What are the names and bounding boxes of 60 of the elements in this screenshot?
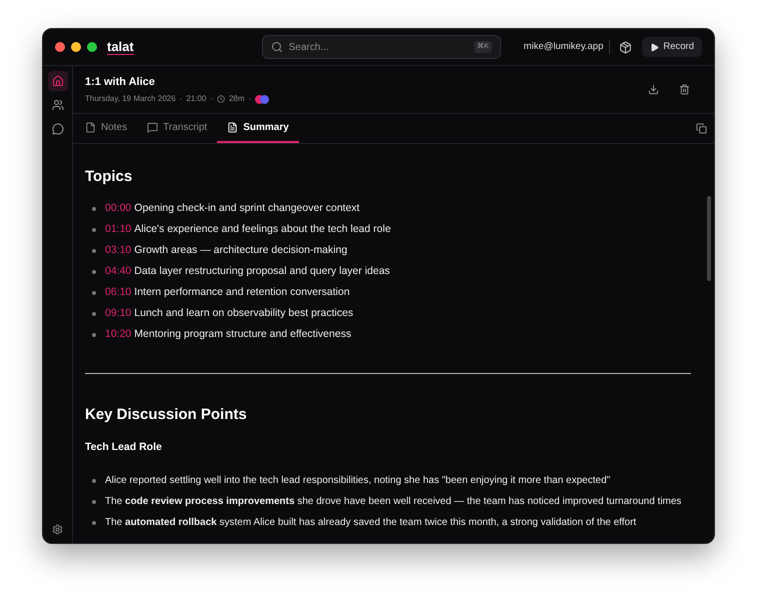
timestamp-link[interactable]: 10:20 [105, 326, 132, 342]
scrollbar-thumb[interactable] [707, 196, 711, 281]
subsection-heading: Tech Lead Role [85, 440, 163, 455]
chat-bubble-icon [52, 123, 64, 135]
meeting-duration: 28m [228, 93, 245, 106]
speech-bubble-icon [147, 122, 158, 133]
tab[interactable]: Notes [75, 114, 138, 143]
package-icon[interactable] [619, 40, 632, 54]
bullet-icon [92, 332, 96, 336]
meeting-time: 21:00 [186, 93, 206, 106]
bullet-text: The automated rollback system Alice built has already saved the team twice this month, a strong validation of the effort [105, 516, 636, 530]
record-button[interactable]: Record [642, 37, 702, 57]
bullet-text: The code review process improvements she drove have been well received — the team has noticed improved turnaround times [105, 494, 682, 509]
bullet-icon [92, 520, 96, 525]
timestamp-link[interactable]: 03:10 [105, 242, 132, 258]
separator-dot: · [210, 93, 213, 106]
text-document-icon [227, 122, 238, 133]
document-icon [85, 122, 96, 133]
account-email: mike@lumikey.app [524, 40, 604, 54]
meeting-date: Thursday, 19 March 2026 [85, 93, 176, 106]
timestamp-link[interactable]: 09:10 [105, 306, 132, 322]
timestamp-link[interactable]: 04:40 [105, 264, 132, 280]
bullet-text: Alice reported settling well into the tech lead responsibilities, noting she has "been enjoying it more than expected" [105, 474, 610, 488]
bullet-icon [92, 228, 96, 232]
search-icon [270, 41, 283, 53]
copy-icon[interactable] [696, 123, 707, 134]
settings-icon[interactable] [52, 524, 63, 535]
bullet-icon [92, 500, 96, 504]
topic-text: Alice's experience and feelings about the tech lead role [134, 222, 391, 237]
topic-text: Lunch and learn on observability best practices [134, 306, 354, 321]
people-icon [52, 99, 64, 111]
separator-dot: · [180, 93, 182, 106]
bullet-icon [92, 290, 96, 294]
topic-text: Intern performance and retention conversation [134, 284, 350, 300]
app-logo: talat [107, 39, 134, 55]
separator-dot: · [248, 93, 252, 106]
tab[interactable]: Transcript [137, 114, 218, 143]
bullet-icon [92, 478, 96, 483]
timestamp-link[interactable]: 00:00 [105, 200, 132, 216]
sidebar-item[interactable] [48, 71, 68, 91]
topic-text: Data layer restructuring proposal and query layer ideas [134, 264, 390, 279]
bullet-icon [92, 270, 96, 274]
topic-text: Opening check-in and sprint changeover context [134, 200, 360, 216]
home-icon [52, 75, 64, 87]
topic-text: Growth areas — architecture decision-making [134, 242, 348, 258]
trash-icon[interactable] [679, 84, 690, 95]
meeting-title: 1:1 with Alice [85, 74, 156, 90]
timestamp-link[interactable]: 06:10 [105, 284, 132, 300]
download-icon[interactable] [648, 84, 659, 95]
bullet-icon [92, 312, 96, 316]
timestamp-link[interactable]: 01:10 [105, 222, 132, 238]
topic-text: Mentoring program structure and effectiveness [134, 326, 352, 342]
bullet-icon [92, 206, 96, 210]
bullet-icon [92, 248, 96, 252]
tab[interactable]: Summary [217, 114, 299, 143]
section-heading: Key Discussion Points [85, 404, 248, 424]
play-icon [650, 42, 660, 52]
clock-icon [216, 95, 225, 104]
search-input[interactable]: Search... [288, 40, 468, 54]
section-heading: Topics [85, 167, 134, 187]
